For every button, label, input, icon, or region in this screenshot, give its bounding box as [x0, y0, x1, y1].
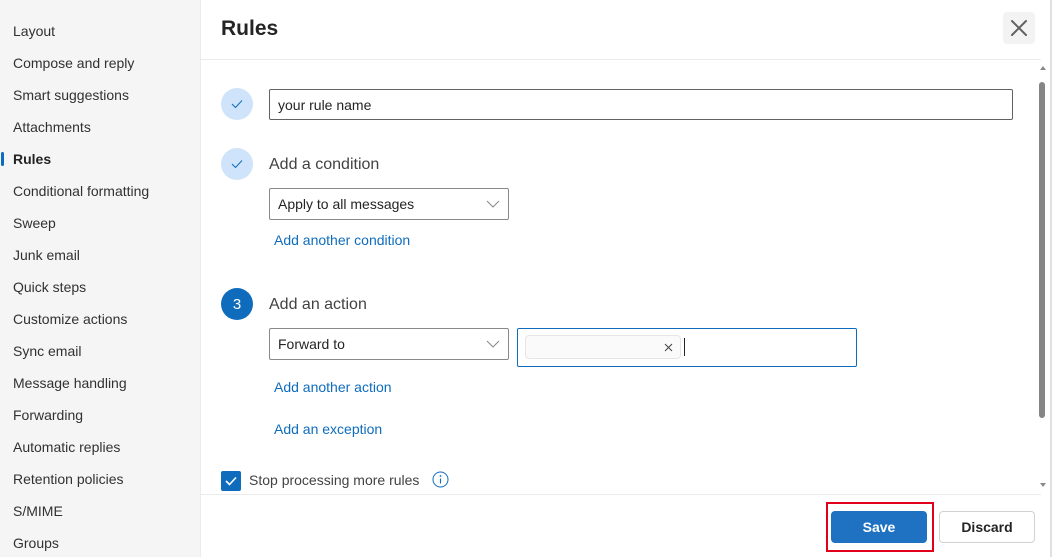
rules-panel: Rules your rule name Add a condition App…: [201, 0, 1041, 557]
sidebar-item-compose-and-reply[interactable]: Compose and reply: [13, 53, 134, 73]
checkmark-icon: [231, 160, 243, 169]
stop-processing-checkbox[interactable]: [221, 471, 241, 491]
sidebar-item-attachments[interactable]: Attachments: [13, 117, 91, 137]
add-another-condition-link[interactable]: Add another condition: [274, 232, 410, 248]
discard-button[interactable]: Discard: [939, 511, 1035, 543]
action-selected-value: Forward to: [278, 336, 345, 352]
step-number: 3: [232, 295, 242, 313]
save-button[interactable]: Save: [831, 511, 927, 543]
sidebar-item-smime[interactable]: S/MIME: [13, 501, 63, 521]
sidebar-item-smart-suggestions[interactable]: Smart suggestions: [13, 85, 129, 105]
sidebar-item-retention-policies[interactable]: Retention policies: [13, 469, 124, 489]
info-icon[interactable]: [432, 471, 449, 488]
active-nav-indicator: [1, 152, 4, 166]
scroll-up-arrow-icon[interactable]: [1040, 66, 1046, 70]
step-name-indicator: [221, 88, 253, 120]
condition-dropdown[interactable]: Apply to all messages: [269, 188, 509, 220]
stop-processing-label[interactable]: Stop processing more rules: [249, 472, 419, 488]
sidebar-item-sync-email[interactable]: Sync email: [13, 341, 81, 361]
condition-selected-value: Apply to all messages: [278, 196, 415, 212]
sidebar-item-sweep[interactable]: Sweep: [13, 213, 56, 233]
header-divider: [201, 59, 1041, 60]
recipient-chip[interactable]: [525, 335, 681, 359]
text-caret: [684, 338, 685, 356]
settings-sidebar: Layout Compose and reply Smart suggestio…: [0, 0, 201, 557]
action-dropdown[interactable]: Forward to: [269, 328, 509, 360]
add-exception-link[interactable]: Add an exception: [274, 421, 382, 437]
close-button[interactable]: [1003, 12, 1035, 44]
sidebar-item-rules[interactable]: Rules: [13, 149, 51, 169]
footer-divider: [201, 494, 1041, 495]
rule-name-input[interactable]: your rule name: [269, 89, 1013, 120]
sidebar-item-layout[interactable]: Layout: [13, 21, 55, 41]
scrollbar-thumb[interactable]: [1039, 82, 1045, 418]
checkmark-icon: [231, 100, 243, 109]
chevron-down-icon: [486, 200, 500, 208]
close-icon: [1011, 20, 1027, 36]
action-section-label: Add an action: [269, 296, 367, 313]
remove-recipient-icon[interactable]: [662, 341, 675, 354]
panel-scrollbar[interactable]: [1037, 60, 1049, 494]
rule-name-value: your rule name: [278, 96, 372, 113]
page-title: Rules: [221, 17, 279, 40]
add-another-action-link[interactable]: Add another action: [274, 379, 392, 395]
sidebar-item-groups[interactable]: Groups: [13, 533, 59, 553]
condition-section-label: Add a condition: [269, 156, 380, 173]
sidebar-item-customize-actions[interactable]: Customize actions: [13, 309, 127, 329]
sidebar-item-forwarding[interactable]: Forwarding: [13, 405, 83, 425]
step-action-indicator: 3: [221, 288, 253, 320]
sidebar-item-junk-email[interactable]: Junk email: [13, 245, 80, 265]
scroll-down-arrow-icon[interactable]: [1040, 483, 1046, 487]
sidebar-item-automatic-replies[interactable]: Automatic replies: [13, 437, 120, 457]
checkmark-icon: [225, 476, 237, 486]
step-condition-indicator: [221, 148, 253, 180]
sidebar-item-conditional-formatting[interactable]: Conditional formatting: [13, 181, 149, 201]
sidebar-item-quick-steps[interactable]: Quick steps: [13, 277, 86, 297]
forward-recipient-input[interactable]: [517, 328, 857, 367]
sidebar-item-message-handling[interactable]: Message handling: [13, 373, 127, 393]
chevron-down-icon: [486, 340, 500, 348]
